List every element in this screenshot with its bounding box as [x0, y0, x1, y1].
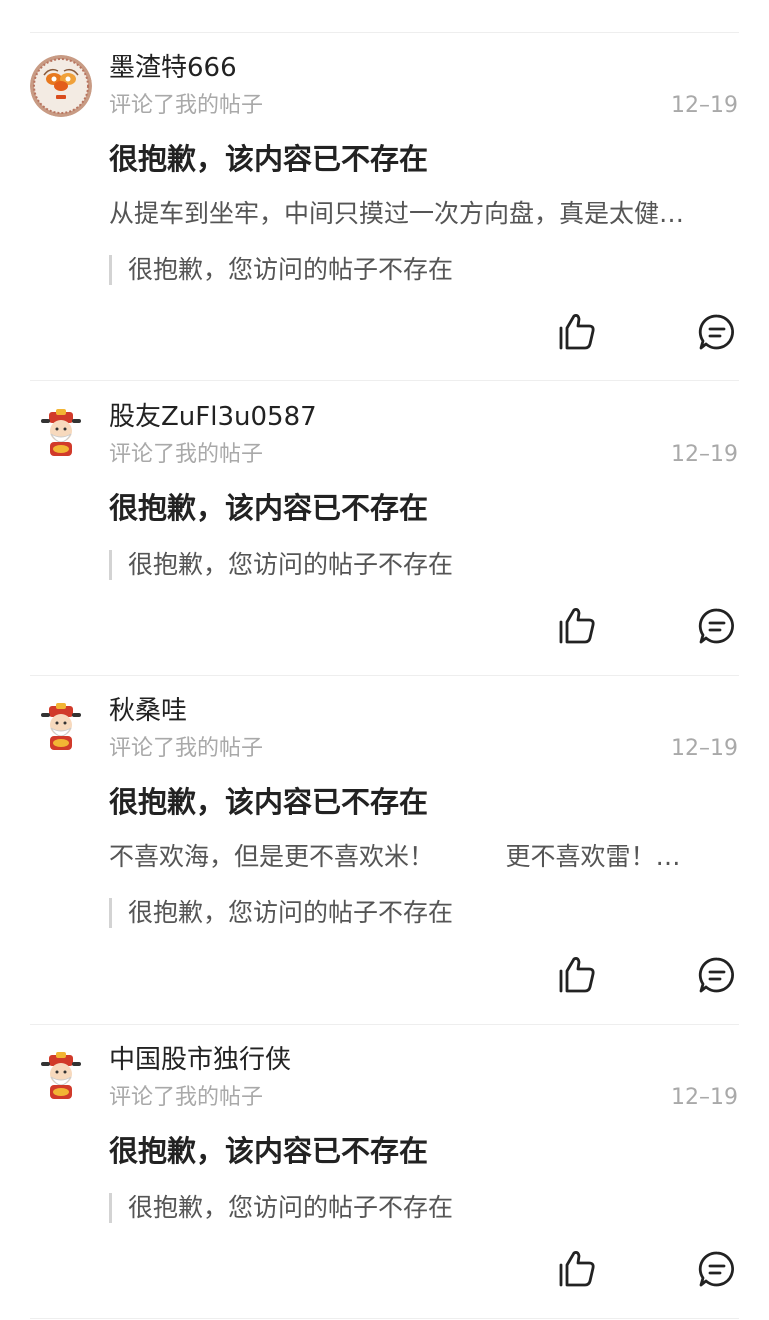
- username[interactable]: 中国股市独行侠: [109, 1043, 291, 1077]
- timestamp: 12–19: [671, 1085, 738, 1110]
- comment-bubble-icon[interactable]: [697, 312, 737, 352]
- post-title[interactable]: 很抱歉，该内容已不存在: [109, 139, 428, 179]
- username[interactable]: 股友ZuFl3u0587: [109, 400, 317, 434]
- post-title[interactable]: 很抱歉，该内容已不存在: [109, 1131, 428, 1171]
- post-title[interactable]: 很抱歉，该内容已不存在: [109, 488, 428, 528]
- quoted-post[interactable]: 很抱歉，您访问的帖子不存在: [109, 255, 453, 285]
- thumbs-up-icon[interactable]: [557, 1249, 597, 1289]
- thumbs-up-icon[interactable]: [557, 955, 597, 995]
- action-text: 评论了我的帖子: [109, 442, 264, 467]
- comment-excerpt[interactable]: 从提车到坐牢，中间只摸过一次方向盘，真是太健…: [109, 197, 737, 231]
- user-avatar[interactable]: [30, 404, 92, 466]
- user-avatar[interactable]: [30, 698, 92, 760]
- thumbs-up-icon[interactable]: [557, 312, 597, 352]
- comment-bubble-icon[interactable]: [697, 1249, 737, 1289]
- quoted-post[interactable]: 很抱歉，您访问的帖子不存在: [109, 898, 453, 928]
- username[interactable]: 墨渣特666: [109, 51, 237, 85]
- timestamp: 12–19: [671, 442, 738, 467]
- action-text: 评论了我的帖子: [109, 1085, 264, 1110]
- fortune-god-avatar-icon: [30, 1047, 92, 1109]
- username[interactable]: 秋桑哇: [109, 694, 187, 728]
- action-text: 评论了我的帖子: [109, 93, 264, 118]
- card-divider: [30, 380, 739, 381]
- timestamp: 12–19: [671, 93, 738, 118]
- notification-card[interactable]: 中国股市独行侠 评论了我的帖子 12–19 很抱歉，该内容已不存在 很抱歉，您访…: [0, 1025, 769, 1319]
- action-text: 评论了我的帖子: [109, 736, 264, 761]
- comment-excerpt[interactable]: 不喜欢海，但是更不喜欢米！ 更不喜欢雷！…: [109, 840, 737, 874]
- fortune-god-avatar-icon: [30, 698, 92, 760]
- card-divider: [30, 1318, 739, 1319]
- user-avatar[interactable]: [30, 1047, 92, 1109]
- comment-bubble-icon[interactable]: [697, 955, 737, 995]
- quoted-post[interactable]: 很抱歉，您访问的帖子不存在: [109, 550, 453, 580]
- post-title[interactable]: 很抱歉，该内容已不存在: [109, 782, 428, 822]
- user-avatar[interactable]: [30, 55, 92, 117]
- orange-flower-avatar-icon: [30, 55, 92, 117]
- notification-card[interactable]: 墨渣特666 评论了我的帖子 12–19 很抱歉，该内容已不存在 从提车到坐牢，…: [0, 33, 769, 381]
- quoted-post[interactable]: 很抱歉，您访问的帖子不存在: [109, 1193, 453, 1223]
- timestamp: 12–19: [671, 736, 738, 761]
- fortune-god-avatar-icon: [30, 404, 92, 466]
- thumbs-up-icon[interactable]: [557, 606, 597, 646]
- notification-card[interactable]: 股友ZuFl3u0587 评论了我的帖子 12–19 很抱歉，该内容已不存在 很…: [0, 382, 769, 676]
- comment-bubble-icon[interactable]: [697, 606, 737, 646]
- notification-card[interactable]: 秋桑哇 评论了我的帖子 12–19 很抱歉，该内容已不存在 不喜欢海，但是更不喜…: [0, 676, 769, 1025]
